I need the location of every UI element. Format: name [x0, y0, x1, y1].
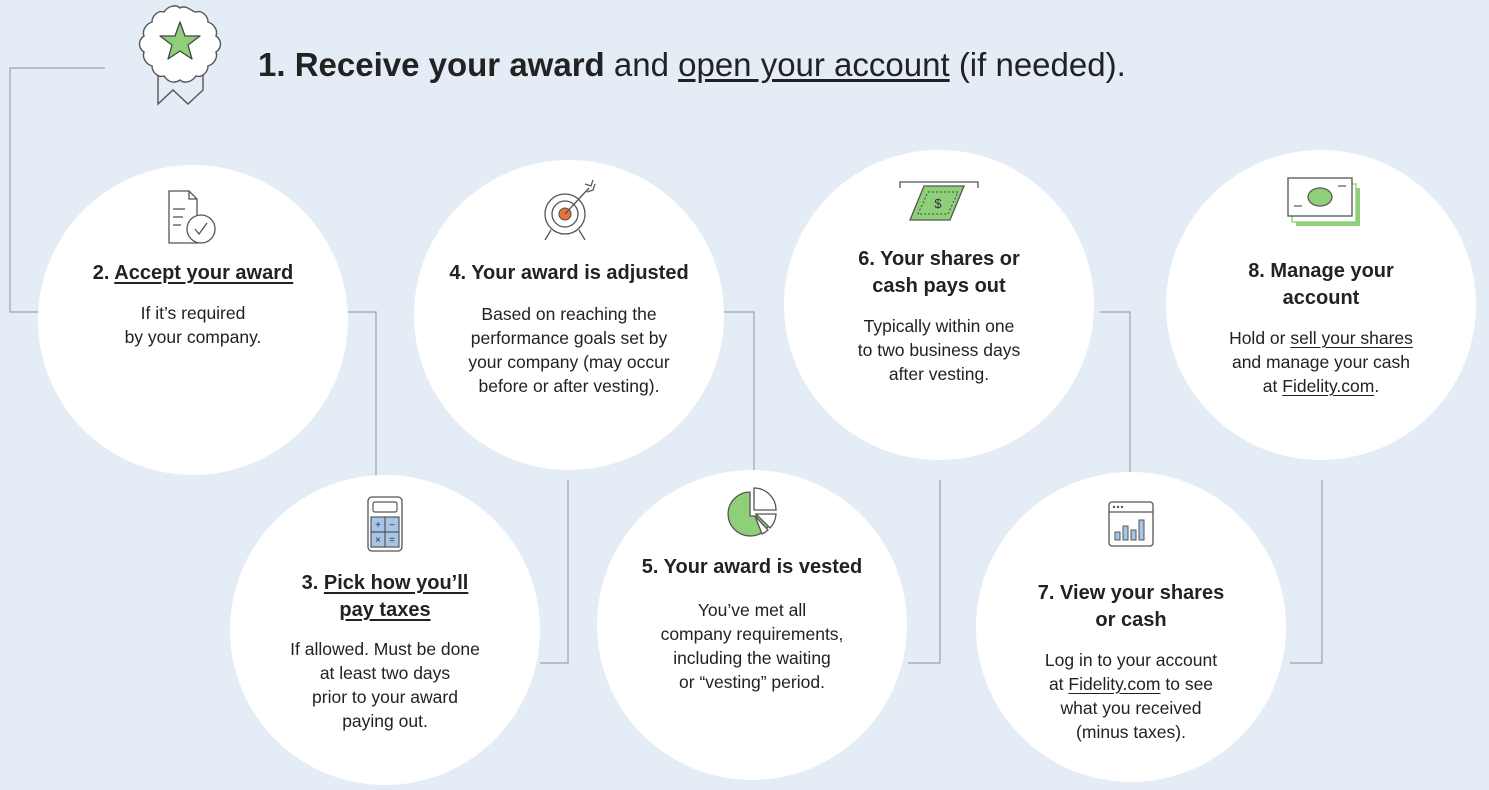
step-4-body-line: Based on reaching the — [481, 304, 657, 324]
header-step-number: 1. — [258, 46, 286, 83]
svg-text:+: + — [375, 520, 381, 531]
step-8-text: . — [1374, 376, 1380, 396]
svg-text:−: − — [389, 520, 395, 531]
step-3-body-line: at least two days — [319, 663, 451, 683]
step-8-body-line-3: at Fidelity.com. — [1166, 374, 1476, 398]
header-bold-text: Receive your award — [294, 46, 605, 83]
step-1-header: 1. Receive your award and open your acco… — [258, 46, 1126, 84]
step-7-body: Log in to your account at Fidelity.com t… — [976, 648, 1286, 744]
step-3-title: 3. Pick how you’ll pay taxes — [230, 570, 540, 624]
step-7-title: 7. View your shares or cash — [976, 580, 1286, 634]
accept-award-link[interactable]: Accept your award — [114, 262, 293, 284]
step-8-card: 8. Manage your account Hold or sell your… — [1166, 150, 1476, 460]
step-3-number: 3. — [301, 572, 319, 594]
step-2-body: If it’s required by your company. — [38, 301, 348, 349]
step-2-card: 2. Accept your award If it’s required by… — [38, 165, 348, 475]
step-8-body-line-2: and manage your cash — [1231, 352, 1411, 372]
step-2-title: 2. Accept your award — [38, 260, 348, 287]
step-8-title-line: account — [1282, 287, 1360, 309]
step-3-body-line: paying out. — [342, 711, 428, 731]
step-6-card: $ 6. Your shares or cash pays out Typica… — [784, 150, 1094, 460]
step-4-body-line: your company (may occur — [468, 352, 670, 372]
open-account-link[interactable]: open your account — [678, 46, 950, 83]
svg-text:=: = — [389, 535, 395, 546]
step-6-body-line: after vesting. — [888, 364, 990, 384]
step-2-body-line: by your company. — [124, 327, 262, 347]
step-8-text: Hold or — [1229, 328, 1286, 348]
pay-taxes-link[interactable]: Pick how you’ll — [324, 572, 468, 594]
pay-taxes-link[interactable]: pay taxes — [339, 599, 430, 621]
step-7-body-line-2: at Fidelity.com to see — [976, 672, 1286, 696]
step-5-body-line: You’ve met all — [697, 600, 807, 620]
step-6-title-line: cash pays out — [872, 275, 1006, 297]
award-process-diagram: 1. Receive your award and open your acco… — [0, 0, 1489, 790]
target-arrow-icon — [529, 178, 609, 249]
step-5-body: You’ve met all company requirements, inc… — [597, 598, 907, 694]
fidelity-link[interactable]: Fidelity.com — [1068, 674, 1160, 694]
step-6-title-line: 6. Your shares or — [858, 248, 1020, 270]
step-5-body-line: or “vesting” period. — [679, 672, 825, 692]
step-7-body-line-1: Log in to your account — [1044, 650, 1218, 670]
step-6-title: 6. Your shares or cash pays out — [784, 246, 1094, 300]
step-3-body: If allowed. Must be done at least two da… — [230, 637, 540, 733]
step-4-card: 4. Your award is adjusted Based on reach… — [414, 160, 724, 470]
step-7-body-line-4: (minus taxes). — [1076, 722, 1186, 742]
pie-chart-icon — [722, 484, 782, 549]
sell-shares-link[interactable]: sell your shares — [1290, 328, 1413, 348]
step-4-body-line: before or after vesting). — [478, 376, 660, 396]
step-8-body: Hold or sell your shares and manage your… — [1166, 326, 1476, 398]
step-7-text: at — [1048, 674, 1064, 694]
step-6-body-line: Typically within one — [863, 316, 1015, 336]
step-5-body-line: including the waiting — [673, 648, 831, 668]
step-8-text: at — [1262, 376, 1278, 396]
document-clock-icon — [153, 187, 233, 252]
header-suffix: (if needed). — [958, 46, 1126, 83]
fidelity-link[interactable]: Fidelity.com — [1282, 376, 1374, 396]
header-connector: and — [613, 46, 669, 83]
step-8-title-line: 8. Manage your — [1248, 260, 1394, 282]
step-8-body-line-1: Hold or sell your shares — [1166, 326, 1476, 350]
calculator-icon: + − × = — [360, 493, 410, 560]
step-4-body-line: performance goals set by — [470, 328, 668, 348]
step-5-title: 5. Your award is vested — [641, 556, 863, 578]
step-2-body-line: If it’s required — [140, 303, 246, 323]
svg-text:$: $ — [934, 196, 942, 211]
step-8-title: 8. Manage your account — [1166, 258, 1476, 312]
step-2-number: 2. — [92, 262, 110, 284]
step-6-body: Typically within one to two business day… — [784, 314, 1094, 386]
step-7-title-line: or cash — [1095, 609, 1167, 631]
svg-text:×: × — [375, 535, 381, 546]
step-4-body: Based on reaching the performance goals … — [414, 302, 724, 398]
browser-bar-chart-icon — [1099, 496, 1163, 557]
step-4-title: 4. Your award is adjusted — [449, 262, 689, 284]
step-3-card: + − × = 3. Pick how you’ll pay taxes If … — [230, 475, 540, 785]
step-5-body-line: company requirements, — [660, 624, 844, 644]
step-3-body-line: prior to your award — [312, 687, 458, 707]
step-3-body-line: If allowed. Must be done — [290, 639, 480, 659]
step-7-card: 7. View your shares or cash Log in to yo… — [976, 472, 1286, 782]
step-7-body-line-3: what you received — [1060, 698, 1202, 718]
step-6-body-line: to two business days — [857, 340, 1021, 360]
award-ribbon-icon — [128, 4, 238, 119]
step-7-title-line: 7. View your shares — [1037, 582, 1225, 604]
step-5-card: 5. Your award is vested You’ve met all c… — [597, 470, 907, 780]
cash-dispense-icon: $ — [894, 178, 984, 233]
cash-bills-icon — [1276, 174, 1366, 235]
step-7-text: to see — [1165, 674, 1214, 694]
